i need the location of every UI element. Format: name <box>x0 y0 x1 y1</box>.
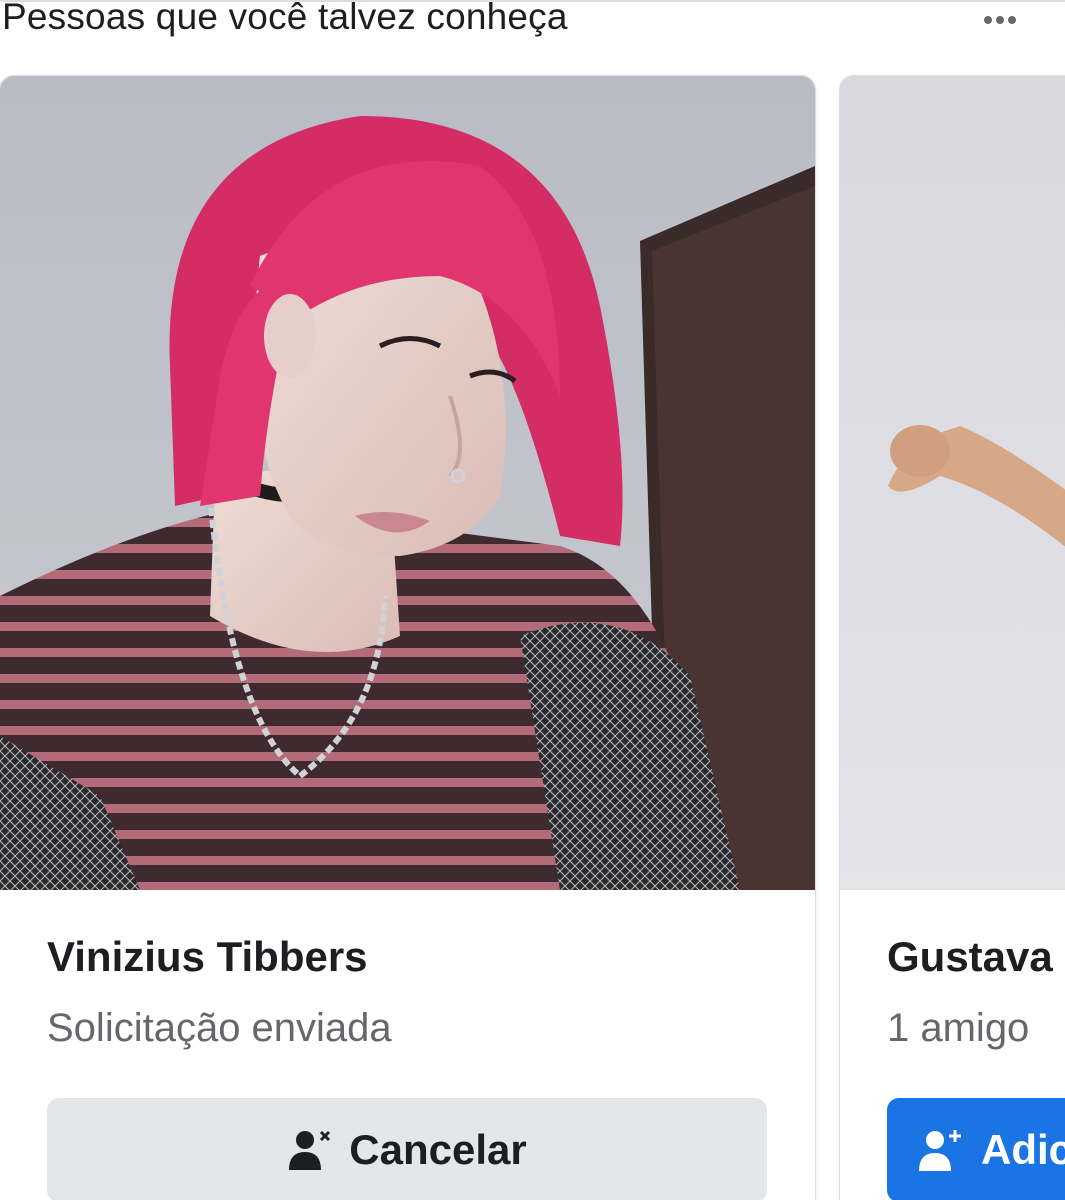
request-status: Solicitação enviada <box>47 1006 392 1050</box>
cancel-request-label: Cancelar <box>349 1126 527 1173</box>
cancel-request-button[interactable]: Cancelar <box>47 1098 767 1200</box>
add-friend-icon <box>917 1127 963 1173</box>
cancel-friend-request-icon <box>287 1128 331 1172</box>
mutual-friends: 1 amigo <box>887 1006 1030 1050</box>
people-you-may-know-section: Pessoas que você talvez conheça Vinizius… <box>0 0 1065 1200</box>
section-title: Pessoas que você talvez conheça <box>2 0 568 37</box>
add-friend-label: Adic <box>981 1126 1065 1173</box>
suggestion-card: Gustava 1 amigo Adic <box>840 76 1065 1200</box>
more-options-button[interactable] <box>968 0 1032 40</box>
person-name[interactable]: Gustava <box>887 933 1053 981</box>
suggestion-card: Vinizius Tibbers Solicitação enviada Can… <box>0 76 815 1200</box>
person-name[interactable]: Vinizius Tibbers <box>47 933 368 981</box>
more-horizontal-icon <box>984 16 1016 24</box>
profile-photo[interactable] <box>840 76 1065 890</box>
add-friend-button[interactable]: Adic <box>887 1098 1065 1200</box>
profile-photo[interactable] <box>0 76 815 890</box>
